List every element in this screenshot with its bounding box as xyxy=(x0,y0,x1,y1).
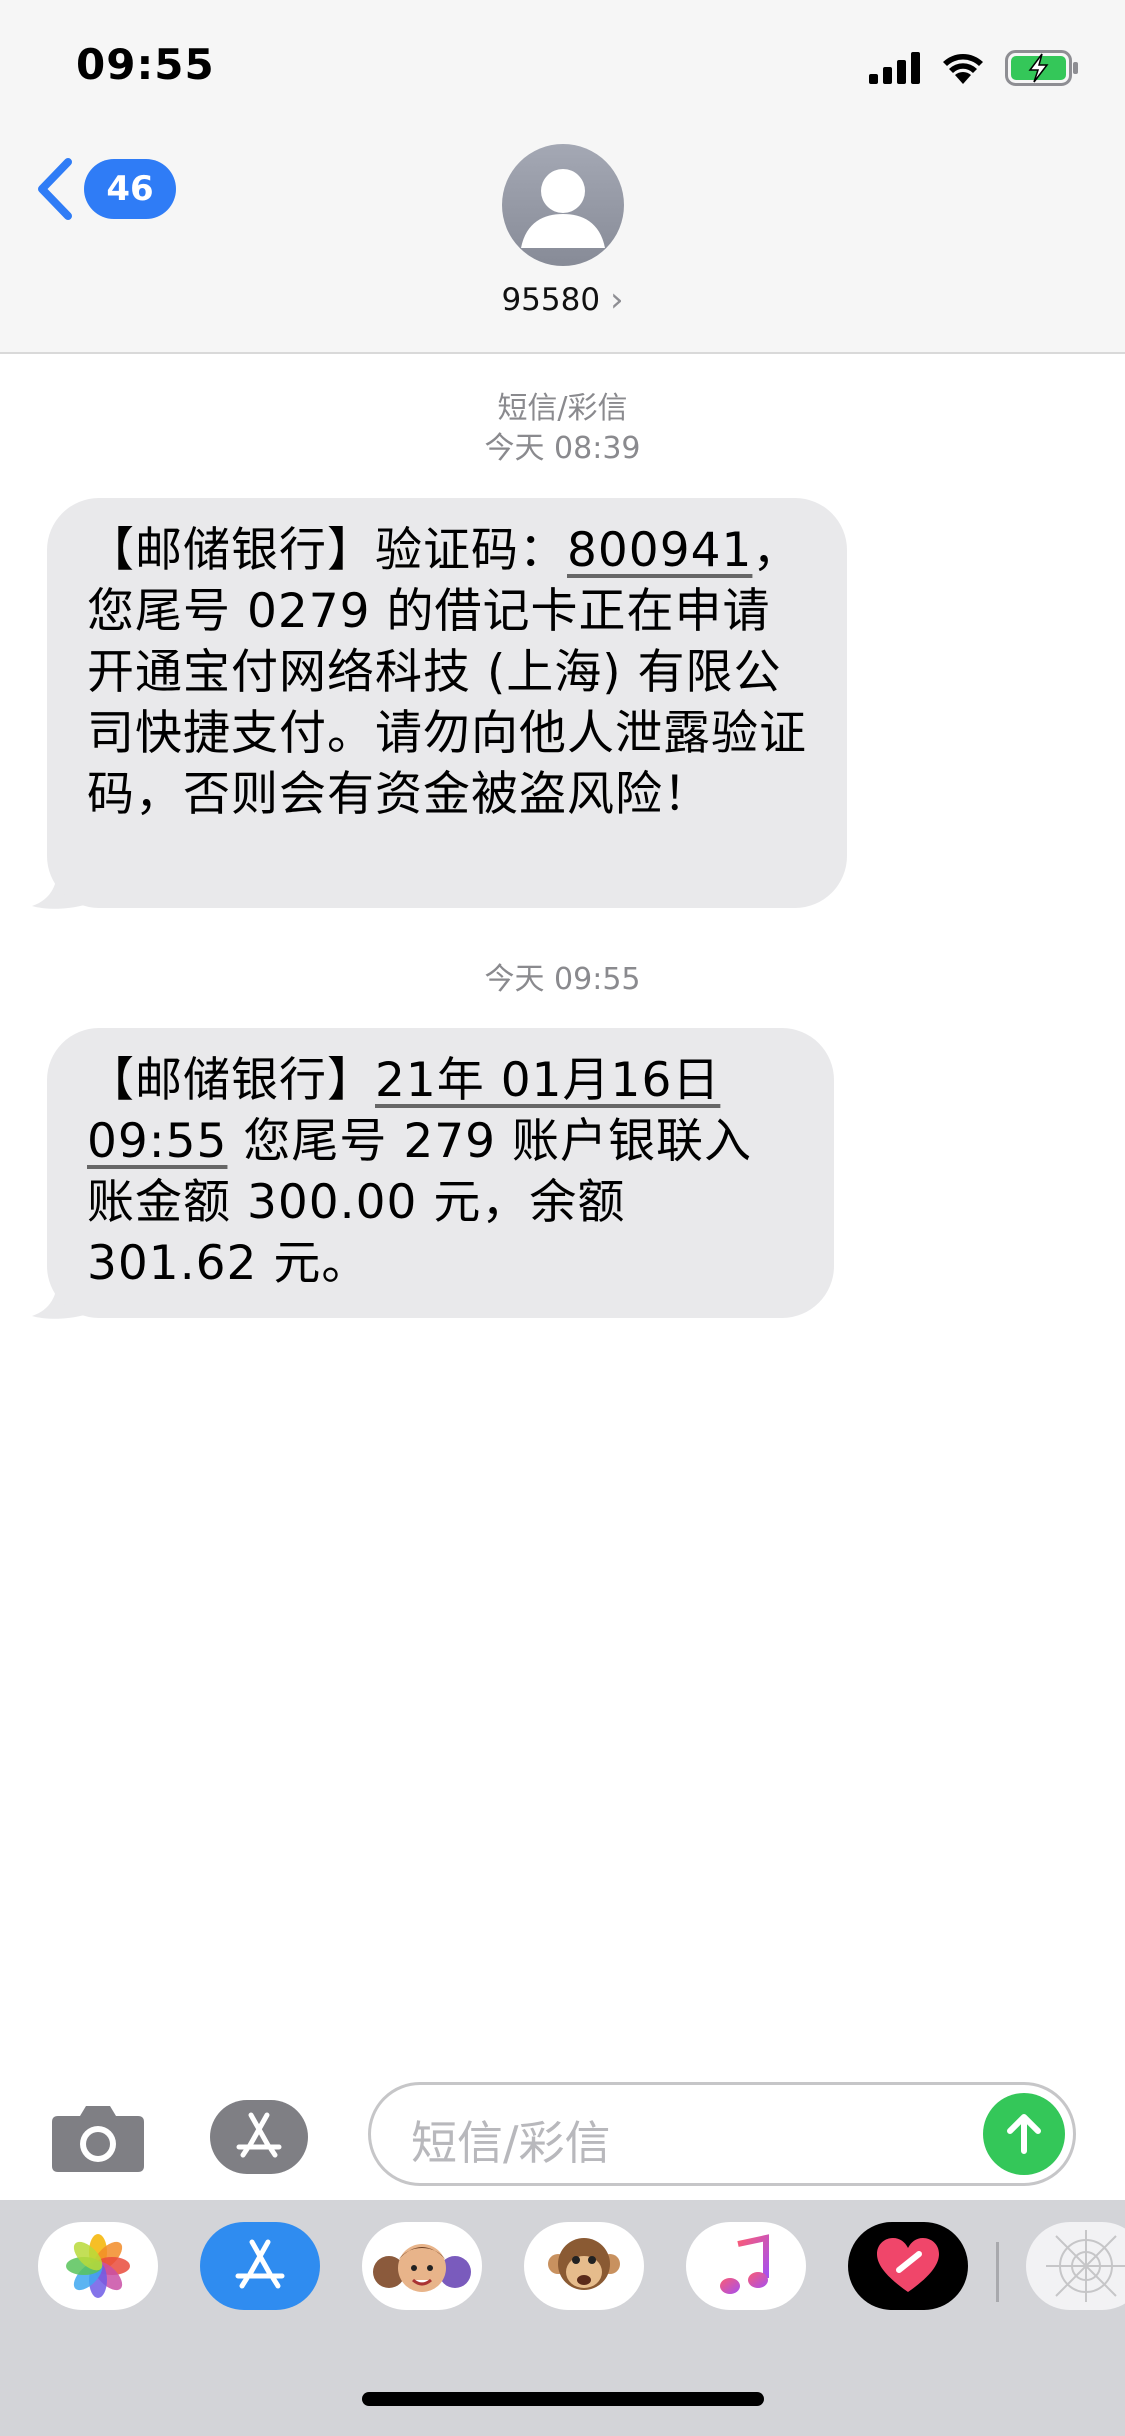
digital-touch-icon xyxy=(877,2238,939,2292)
app-store-icon xyxy=(235,2239,285,2289)
message-input[interactable]: 短信/彩信 xyxy=(368,2082,1076,2186)
contact-name: 95580 xyxy=(501,282,601,318)
cellular-signal-icon xyxy=(869,52,920,84)
timestamp: 今天 08:39 xyxy=(484,431,641,466)
composer-bar: 短信/彩信 xyxy=(0,2070,1125,2200)
status-time: 09:55 xyxy=(76,40,215,89)
memoji-app[interactable] xyxy=(362,2222,482,2310)
arrow-up-icon xyxy=(1007,2114,1041,2154)
music-app[interactable] xyxy=(686,2222,806,2310)
timestamp: 今天 09:55 xyxy=(484,962,641,997)
service-label: 短信/彩信 xyxy=(497,391,628,426)
message-input-placeholder: 短信/彩信 xyxy=(411,2116,611,2170)
battery-charging-icon xyxy=(1005,50,1078,86)
contact-name-button[interactable]: 95580 › xyxy=(0,280,1125,320)
animoji-icon xyxy=(548,2238,620,2290)
app-store-app[interactable] xyxy=(200,2222,320,2310)
more-apps-icon xyxy=(1046,2230,1125,2302)
memoji-icon xyxy=(373,2244,471,2292)
drawer-divider xyxy=(996,2242,999,2302)
person-icon xyxy=(521,169,605,248)
camera-icon xyxy=(52,2106,144,2172)
contact-avatar[interactable] xyxy=(502,144,624,266)
chevron-right-icon: › xyxy=(609,280,624,320)
camera-button[interactable] xyxy=(50,2102,146,2178)
app-store-icon xyxy=(236,2112,282,2158)
send-button[interactable] xyxy=(983,2093,1065,2175)
status-icons xyxy=(869,48,1079,88)
wifi-icon xyxy=(943,54,983,84)
more-apps[interactable] xyxy=(1026,2222,1125,2310)
chevron-left-icon xyxy=(38,158,72,220)
apps-button[interactable] xyxy=(210,2100,308,2174)
message-bubble[interactable]: 【邮储银行】21年 01月16日 09:55 您尾号 279 账户银联入账金额 … xyxy=(47,1028,834,1318)
digital-touch-app[interactable] xyxy=(848,2222,968,2310)
animoji-app[interactable] xyxy=(524,2222,644,2310)
back-button[interactable]: 46 xyxy=(36,158,176,220)
photos-app[interactable] xyxy=(38,2222,158,2310)
home-indicator[interactable] xyxy=(362,2392,764,2406)
photos-icon xyxy=(66,2234,130,2298)
music-icon xyxy=(720,2234,769,2294)
navigation-header: 09:55 46 95580 › xyxy=(0,0,1125,354)
unread-count-badge: 46 xyxy=(84,159,176,219)
verification-code-link[interactable]: 800941 xyxy=(567,523,752,578)
message-bubble[interactable]: 【邮储银行】验证码：800941，您尾号 0279 的借记卡正在申请开通宝付网络… xyxy=(47,498,847,908)
